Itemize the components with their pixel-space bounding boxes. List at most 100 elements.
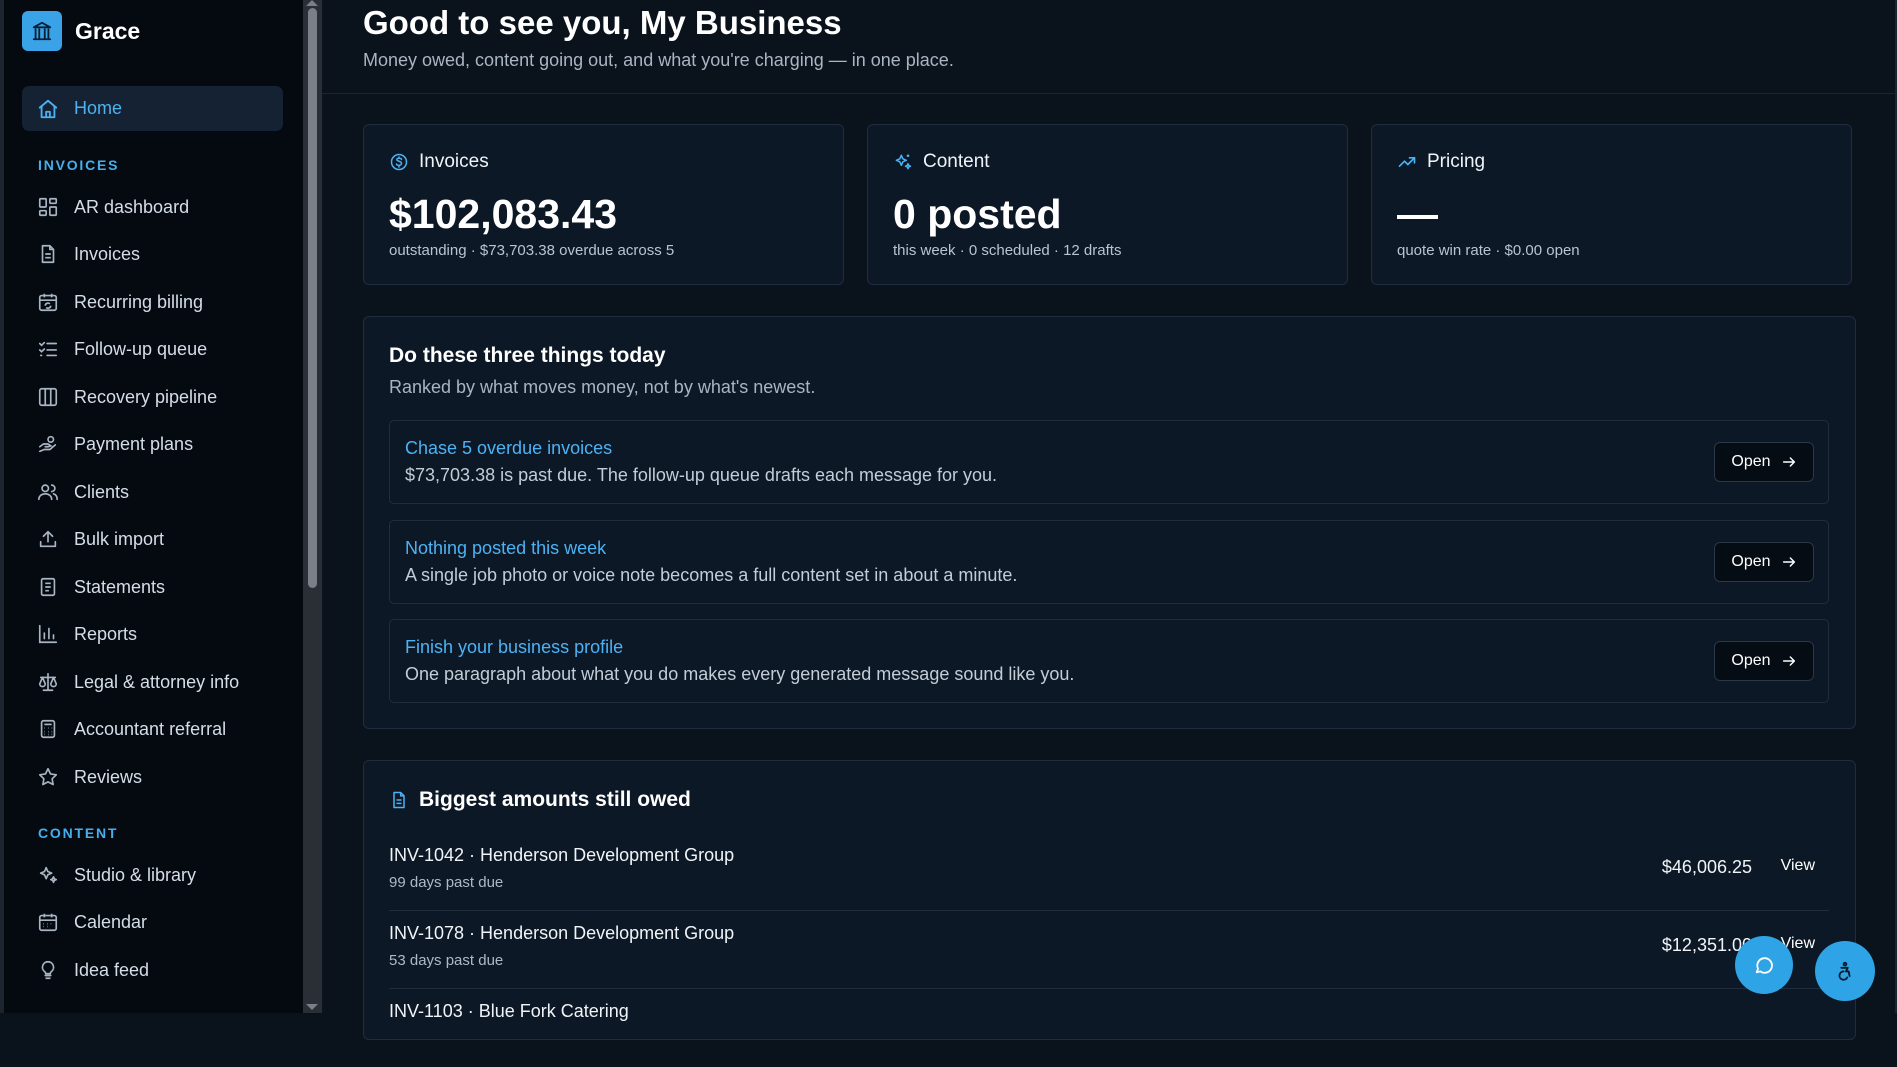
sidebar-item-legal-attorney-info[interactable]: Legal & attorney info <box>22 662 283 702</box>
task-title-link[interactable]: Nothing posted this week <box>405 538 606 559</box>
card-title: Content <box>923 151 990 172</box>
chat-button[interactable] <box>1735 936 1793 994</box>
home-icon <box>37 98 59 120</box>
sidebar-item-statements[interactable]: Statements <box>22 567 283 607</box>
dollar-circle-icon <box>389 152 409 172</box>
sidebar-item-idea-feed[interactable]: Idea feed <box>22 950 283 990</box>
calculator-icon <box>37 718 59 740</box>
card-subtext: outstanding · $73,703.38 overdue across … <box>389 242 675 259</box>
view-link[interactable]: View <box>1781 857 1815 875</box>
open-button[interactable]: Open <box>1714 442 1814 482</box>
dashboard-icon <box>37 196 59 218</box>
accessibility-button[interactable] <box>1815 941 1875 1001</box>
lightbulb-icon <box>37 959 59 981</box>
sidebar-item-ar-dashboard[interactable]: AR dashboard <box>22 187 283 227</box>
users-icon <box>37 481 59 503</box>
panel-title: Do these three things today <box>389 344 666 367</box>
sidebar-item-label: Idea feed <box>74 959 150 980</box>
sidebar-item-label: Bulk import <box>74 528 165 549</box>
stat-card-pricing[interactable]: Pricing — quote win rate · $0.00 open <box>1371 124 1852 285</box>
sidebar-item-label: Payment plans <box>74 433 194 454</box>
table-row[interactable]: INV-1042 · Henderson Development Group 9… <box>389 833 1829 911</box>
sidebar-item-reports[interactable]: Reports <box>22 614 283 654</box>
card-value: — <box>1397 191 1438 237</box>
statement-icon <box>37 576 59 598</box>
sidebar-item-label: Recurring billing <box>74 291 204 312</box>
owed-panel: Biggest amounts still owed INV-1042 · He… <box>363 760 1856 1040</box>
section-label-invoices: INVOICES <box>38 157 120 173</box>
stat-card-invoices[interactable]: Invoices $102,083.43 outstanding · $73,7… <box>363 124 844 285</box>
hand-coins-icon <box>37 433 59 455</box>
file-text-icon <box>37 243 59 265</box>
sparkles-icon <box>893 152 913 172</box>
page-title: Good to see you, My Business <box>363 4 842 41</box>
sidebar-item-label: Calendar <box>74 911 148 932</box>
task-description: A single job photo or voice note becomes… <box>405 565 1018 585</box>
sidebar-item-label: Follow-up queue <box>74 338 208 359</box>
sidebar-item-accountant-referral[interactable]: Accountant referral <box>22 709 283 749</box>
invoice-name: INV-1042 · Henderson Development Group <box>389 845 735 865</box>
table-row[interactable]: INV-1103 · Blue Fork Catering <box>389 989 1829 1067</box>
bar-chart-icon <box>37 623 59 645</box>
task-description: $73,703.38 is past due. The follow-up qu… <box>405 465 998 485</box>
task-item: Chase 5 overdue invoices $73,703.38 is p… <box>389 420 1829 504</box>
sidebar-item-label: Studio & library <box>74 864 197 885</box>
main-content: Good to see you, My Business Money owed,… <box>322 0 1897 1040</box>
task-title-link[interactable]: Chase 5 overdue invoices <box>405 438 612 459</box>
sidebar-scrollbar-thumb[interactable] <box>308 8 317 588</box>
sidebar-item-label: Clients <box>74 481 130 502</box>
accessibility-icon <box>1834 960 1856 982</box>
scroll-down-arrow-icon[interactable] <box>306 1004 318 1010</box>
stat-card-content[interactable]: Content 0 posted this week · 0 scheduled… <box>867 124 1348 285</box>
sidebar-item-label: Statements <box>74 576 166 597</box>
sidebar-item-label: Reviews <box>74 766 143 787</box>
sidebar-item-label: Home <box>74 98 123 118</box>
table-row[interactable]: INV-1078 · Henderson Development Group 5… <box>389 911 1829 989</box>
card-title: Pricing <box>1427 151 1486 172</box>
amount-owed: $46,006.25 <box>1661 857 1752 877</box>
upload-icon <box>37 528 59 550</box>
panel-subtitle: Ranked by what moves money, not by what'… <box>389 377 816 397</box>
days-past-due: 53 days past due <box>389 952 504 969</box>
calendar-icon <box>37 911 59 933</box>
task-item: Nothing posted this week A single job ph… <box>389 520 1829 604</box>
sidebar-item-label: AR dashboard <box>74 196 190 217</box>
window-edge <box>0 0 4 1013</box>
task-description: One paragraph about what you do makes ev… <box>405 664 1075 684</box>
sidebar-item-label: Legal & attorney info <box>74 671 240 692</box>
sidebar-item-invoices[interactable]: Invoices <box>22 234 283 274</box>
page-subtitle: Money owed, content going out, and what … <box>363 50 954 70</box>
brand[interactable]: Grace <box>22 11 140 51</box>
card-subtext: quote win rate · $0.00 open <box>1397 242 1580 259</box>
star-icon <box>37 766 59 788</box>
card-subtext: this week · 0 scheduled · 12 drafts <box>893 242 1122 259</box>
sidebar-item-label: Reports <box>74 623 138 644</box>
sidebar-item-calendar[interactable]: Calendar <box>22 902 283 942</box>
button-label: Open <box>1731 453 1771 470</box>
card-value: 0 posted <box>893 191 1062 237</box>
sidebar-item-follow-up-queue[interactable]: Follow-up queue <box>22 329 283 369</box>
scroll-up-arrow-icon[interactable] <box>306 0 318 6</box>
sidebar-item-clients[interactable]: Clients <box>22 472 283 512</box>
sidebar-item-label: Accountant referral <box>74 718 227 739</box>
invoice-name: INV-1103 · Blue Fork Catering <box>389 1001 629 1021</box>
sparkles-icon <box>37 864 59 886</box>
open-button[interactable]: Open <box>1714 641 1814 681</box>
trending-up-icon <box>1397 152 1417 172</box>
file-text-icon <box>389 790 409 810</box>
sidebar-item-label: Invoices <box>74 243 141 264</box>
sidebar-item-studio-library[interactable]: Studio & library <box>22 855 283 895</box>
sidebar-item-reviews[interactable]: Reviews <box>22 757 283 797</box>
sidebar-item-bulk-import[interactable]: Bulk import <box>22 519 283 559</box>
task-title-link[interactable]: Finish your business profile <box>405 637 623 658</box>
sidebar-item-home[interactable]: Home <box>22 86 283 131</box>
chat-icon <box>1753 954 1775 976</box>
columns-icon <box>37 386 59 408</box>
sidebar-item-recurring-billing[interactable]: Recurring billing <box>22 282 283 322</box>
sidebar-item-payment-plans[interactable]: Payment plans <box>22 424 283 464</box>
arrow-right-icon <box>1771 454 1797 470</box>
open-button[interactable]: Open <box>1714 542 1814 582</box>
card-title: Invoices <box>419 151 489 172</box>
sidebar-item-recovery-pipeline[interactable]: Recovery pipeline <box>22 377 283 417</box>
card-value: $102,083.43 <box>389 191 618 237</box>
